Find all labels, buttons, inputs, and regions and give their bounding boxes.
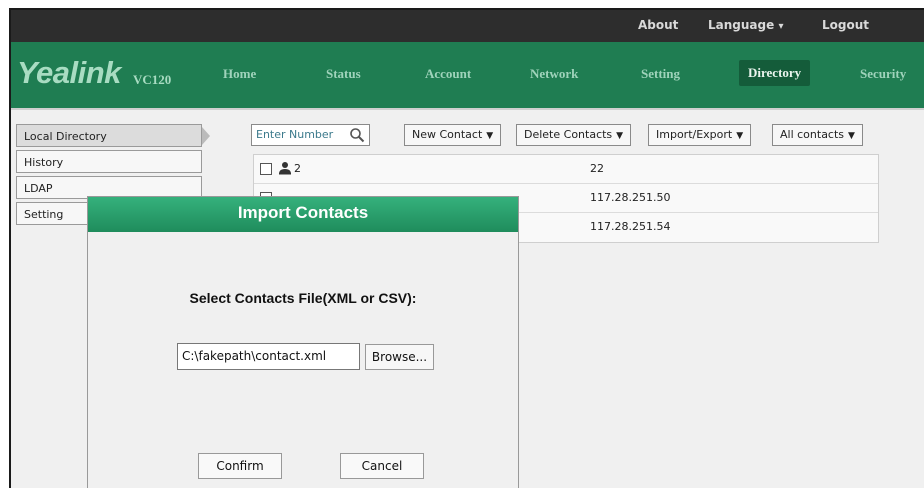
- nav-directory[interactable]: Directory: [739, 60, 811, 86]
- search-placeholder: Enter Number: [256, 128, 334, 141]
- row-checkbox[interactable]: [260, 163, 272, 175]
- delete-contacts-button[interactable]: Delete Contacts ▼: [516, 124, 632, 146]
- all-contacts-label: All contacts: [780, 128, 845, 141]
- select-file-label: Select Contacts File(XML or CSV):: [189, 290, 417, 306]
- logout-link[interactable]: Logout: [822, 18, 869, 32]
- about-link[interactable]: About: [638, 18, 678, 32]
- nav-security[interactable]: Security: [860, 66, 906, 82]
- language-menu[interactable]: Language ▾: [708, 18, 783, 32]
- all-contacts-filter[interactable]: All contacts ▼: [772, 124, 863, 146]
- top-utility-bar: About Language ▾ Logout: [11, 10, 924, 42]
- cancel-button[interactable]: Cancel: [340, 453, 424, 479]
- nav-setting[interactable]: Setting: [641, 66, 680, 82]
- contact-name: 2: [294, 162, 301, 175]
- nav-network[interactable]: Network: [530, 66, 578, 82]
- nav-divider: [11, 108, 924, 110]
- new-contact-label: New Contact: [412, 128, 483, 141]
- search-input[interactable]: Enter Number: [251, 124, 370, 146]
- delete-contacts-label: Delete Contacts: [524, 128, 613, 141]
- chevron-down-icon: ▼: [736, 131, 744, 141]
- nav-status[interactable]: Status: [326, 66, 361, 82]
- nav-home[interactable]: Home: [223, 66, 256, 82]
- file-path-field[interactable]: C:\fakepath\contact.xml: [177, 343, 360, 370]
- main-nav-bar: Yealink VC120 Home Status Account Networ…: [11, 42, 924, 108]
- chevron-down-icon: ▼: [616, 131, 624, 141]
- table-row[interactable]: 2 22: [254, 155, 878, 184]
- contact-number: 117.28.251.54: [590, 220, 671, 233]
- contact-number: 117.28.251.50: [590, 191, 671, 204]
- language-label: Language: [708, 18, 775, 32]
- contact-number: 22: [590, 162, 604, 175]
- chevron-down-icon: ▼: [848, 131, 855, 141]
- brand-logo: Yealink: [17, 55, 121, 90]
- new-contact-button[interactable]: New Contact ▼: [404, 124, 502, 146]
- device-model: VC120: [133, 72, 172, 87]
- chevron-down-icon: ▾: [778, 21, 784, 32]
- chevron-down-icon: ▼: [486, 131, 494, 141]
- person-icon: [279, 162, 291, 175]
- sidebar-item-history[interactable]: History: [16, 150, 202, 173]
- dialog-title: Import Contacts: [88, 197, 518, 232]
- import-export-label: Import/Export: [656, 128, 733, 141]
- import-contacts-dialog: Import Contacts Select Contacts File(XML…: [87, 196, 519, 488]
- import-export-button[interactable]: Import/Export ▼: [648, 124, 752, 146]
- confirm-button[interactable]: Confirm: [198, 453, 282, 479]
- search-icon[interactable]: [349, 127, 365, 143]
- nav-account[interactable]: Account: [425, 66, 471, 82]
- sidebar-item-local-directory[interactable]: Local Directory: [16, 124, 210, 147]
- browser-viewport: About Language ▾ Logout Yealink VC120 Ho…: [9, 8, 924, 488]
- browse-button[interactable]: Browse...: [365, 344, 434, 370]
